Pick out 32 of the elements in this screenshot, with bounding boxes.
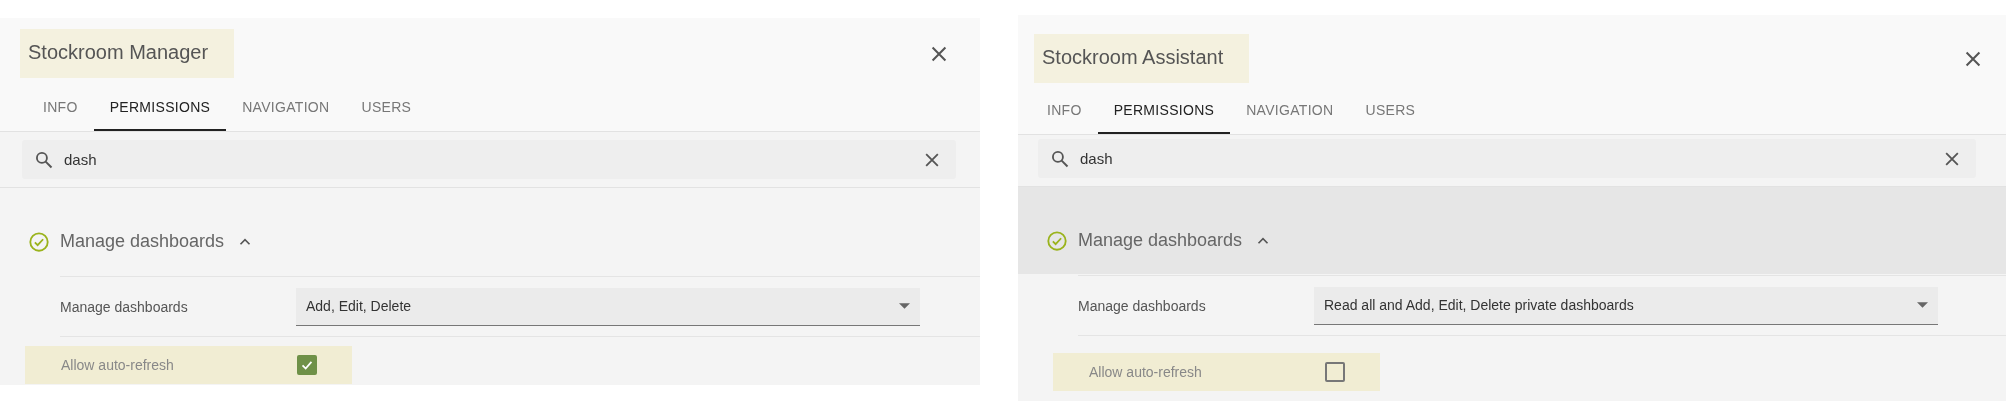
search-icon <box>34 149 54 170</box>
tab[interactable]: INFO <box>1031 83 1098 134</box>
tab[interactable]: USERS <box>1349 83 1432 134</box>
dialog-title: Stockroom Assistant <box>1034 34 1250 83</box>
section-title: Manage dashboards <box>60 231 225 252</box>
setting-label: Manage dashboards <box>60 298 189 315</box>
search-field[interactable]: dash <box>1038 139 1976 178</box>
checkbox[interactable] <box>1325 362 1345 382</box>
setting-label: Manage dashboards <box>1078 297 1207 314</box>
tab[interactable]: NAVIGATION <box>226 80 346 131</box>
section-header[interactable]: Manage dashboards <box>0 188 980 275</box>
search-input[interactable]: dash <box>1078 149 1942 168</box>
tab[interactable]: USERS <box>345 80 428 131</box>
tab[interactable]: INFO <box>27 80 94 131</box>
search-field[interactable]: dash <box>22 140 956 179</box>
permission-dropdown[interactable]: Read all and Add, Edit, Delete private dashboards <box>1314 286 1938 325</box>
permission-dropdown[interactable]: Add, Edit, Delete <box>296 287 920 326</box>
setting-label: Allow auto-refresh <box>1089 364 1203 380</box>
checkbox[interactable] <box>297 355 317 375</box>
section-header[interactable]: Manage dashboards <box>1018 187 2006 274</box>
search-input[interactable]: dash <box>62 150 922 169</box>
dialog-title: Stockroom Manager <box>20 29 235 78</box>
check-circle-icon <box>1046 229 1068 252</box>
setting-label: Allow auto-refresh <box>61 357 175 373</box>
search-icon <box>1050 148 1070 169</box>
caret-icon <box>1917 302 1928 308</box>
tab[interactable]: PERMISSIONS <box>1097 83 1231 134</box>
check-circle-icon <box>28 230 50 253</box>
tab[interactable]: PERMISSIONS <box>93 80 227 131</box>
caret-icon <box>899 303 910 309</box>
tab[interactable]: NAVIGATION <box>1230 83 1350 134</box>
section-title: Manage dashboards <box>1078 230 1243 251</box>
